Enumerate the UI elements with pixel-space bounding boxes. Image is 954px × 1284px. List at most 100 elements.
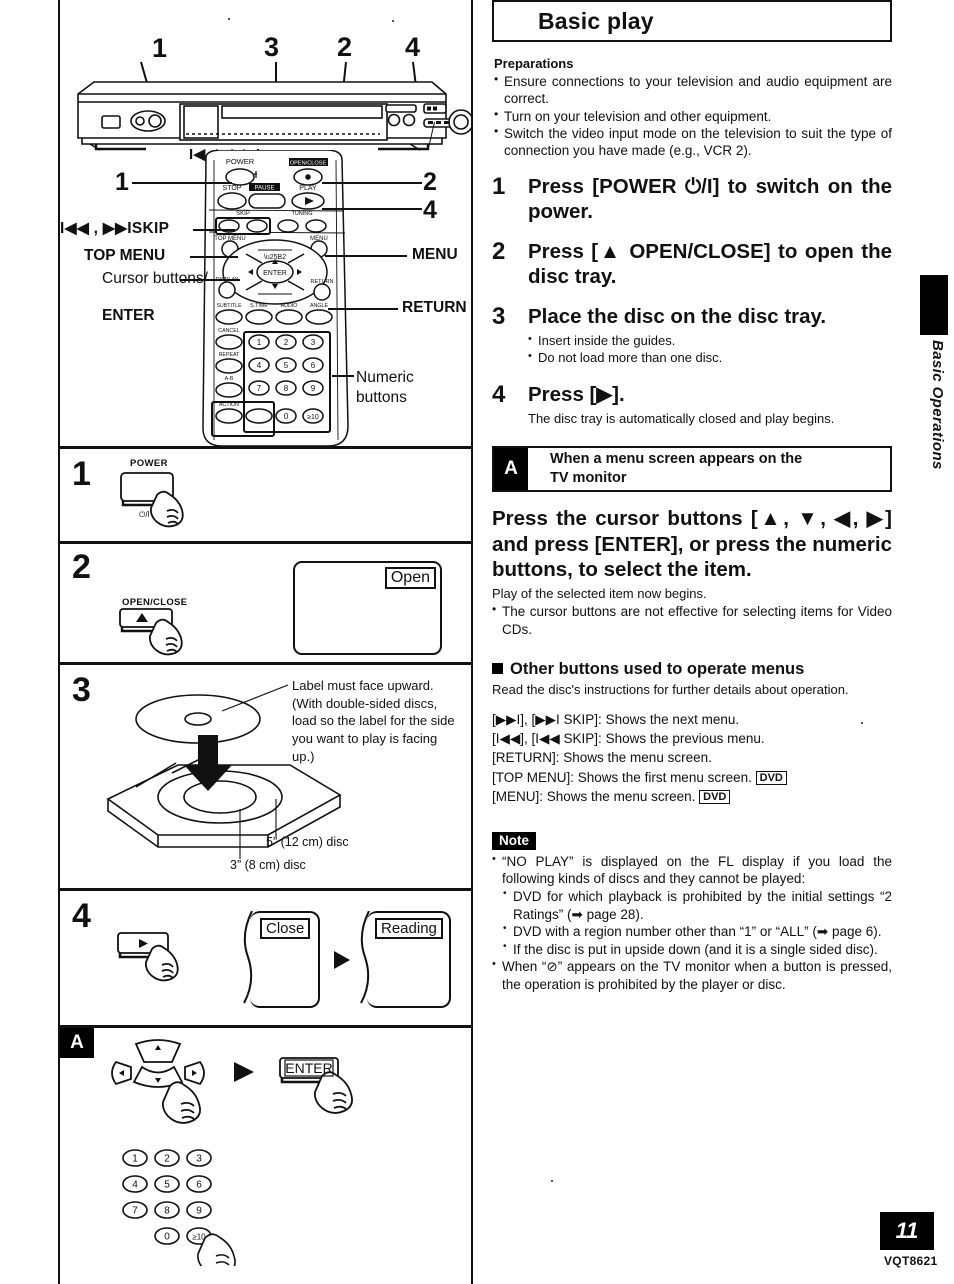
section-a-badge: A [494,447,528,490]
svg-text:REPEAT: REPEAT [219,352,241,358]
scan-speck-2 [392,20,394,22]
note-item-5: When “⊘” appears on the TV monitor when … [492,957,892,993]
other-buttons-heading: Other buttons used to operate menus [492,660,892,679]
button-row-return: [RETURN]: Shows the menu screen. [492,748,892,767]
svg-text:2: 2 [284,338,289,347]
button-row-keys-0: [▶▶I], [▶▶I SKIP]: [492,712,602,728]
note-item-2: DVD for which playback is prohibited by … [492,887,892,923]
button-row-keys-1: [I◀◀], [I◀◀ SKIP]: [492,731,602,747]
step-4: 4 Press [▶]. [492,382,892,408]
button-row-desc-3: Shows the first menu screen. [577,769,752,785]
button-row-keys-4: [MENU]: [492,788,544,804]
remote-lead-numeric [332,375,354,377]
other-buttons-list: [▶▶I], [▶▶I SKIP]: Shows the next menu. … [492,710,892,806]
step-1-illustration: ⏻/I [120,472,184,528]
step-4-number: 4 [72,897,91,935]
svg-text:ENTER: ENTER [285,1060,332,1076]
svg-text:3: 3 [311,338,316,347]
device-callout-3: 3 [264,32,280,62]
step-2-number: 2 [72,548,91,586]
step-box-4: 4 Close Reading [60,888,471,1025]
remote-label-menu: MENU [412,246,458,263]
step-4-illustration [117,932,179,982]
remote-label-enter: ENTER [102,307,155,324]
other-buttons-intro: Read the disc's instructions for further… [492,681,849,697]
svg-text:6: 6 [196,1180,202,1191]
step-4-arrow [332,949,354,976]
step-3-text: Place the disc on the disc tray. [528,305,827,329]
step-3-sub-1: Insert inside the guides. [528,332,892,350]
scan-speck-1 [228,18,230,20]
step-a-badge: A [60,1028,94,1058]
manual-page: 1 3 2 4 I◀◀ POWER OPEN/CLOSE STOP PAUSE … [0,0,954,1284]
svg-text:8: 8 [284,384,289,393]
step-2-text: Press [▲ OPEN/CLOSE] to open the disc tr… [528,240,892,289]
step-1: 1 Press [POWER ⏻/I] to switch on the pow… [492,174,892,224]
remote-callout-4: 4 [423,196,437,224]
svg-text:ACTION: ACTION [219,402,239,408]
svg-text:RETURN: RETURN [311,279,334,285]
button-row-menu: [MENU]: Shows the menu screen. DVD [492,787,892,806]
svg-text:S.TIME: S.TIME [250,303,268,309]
svg-text:4: 4 [132,1180,138,1191]
svg-text:1: 1 [257,338,262,347]
page-title: Basic play [538,7,654,34]
remote-diagram: POWER OPEN/CLOSE OPEN/CLOSE STOP PAUSE P… [60,150,471,447]
button-row-prev-menu: [I◀◀], [I◀◀ SKIP]: Shows the previous me… [492,729,892,748]
svg-text:7: 7 [257,384,262,393]
step-box-2: 2 OPEN/CLOSE Open [60,541,471,662]
remote-label-numeric: Numeric buttons [356,369,414,407]
other-buttons-heading-text: Other buttons used to operate menus [510,659,805,678]
step-3-label-8cm: 3” (8 cm) disc [230,858,306,872]
side-tab-label: Basic Operations [929,340,946,470]
button-row-desc-1: Shows the previous menu. [605,731,765,747]
remote-lead-cursor [180,279,240,281]
svg-text:PLAY: PLAY [299,185,317,192]
step-1-text: Press [POWER ⏻/I] to switch on the power… [528,175,892,224]
step-3: 3 Place the disc on the disc tray. [492,304,892,330]
svg-text:TUNING: TUNING [291,211,312,217]
section-a-title-line2: TV monitor [550,469,627,486]
svg-text:A-B: A-B [225,376,234,382]
dvd-chip-menu: DVD [699,789,731,805]
note-section: Note “NO PLAY” is displayed on the FL di… [492,831,892,993]
preparations-bullet-1: Ensure connections to your television an… [494,72,892,108]
svg-text:7: 7 [132,1206,138,1217]
button-row-keys-2: [RETURN]: [492,750,560,766]
dvd-chip-top-menu: DVD [755,770,787,786]
svg-text:CANCEL: CANCEL [218,328,240,334]
svg-text:MENU: MENU [310,236,328,242]
svg-text:4: 4 [257,361,262,370]
step-a-cursor-illustration: ENTER [111,1039,353,1124]
remote-lead-1 [132,182,232,184]
svg-text:9: 9 [311,384,316,393]
section-a-note-bullet: The cursor buttons are not effective for… [492,602,892,638]
step-4-osd-close: Close [243,911,320,1008]
step-2-osd-screen: Open [293,561,442,655]
remote-label-top-menu: TOP MENU [84,247,166,264]
wavy-edge-left-2 [360,911,370,1004]
svg-text:PAUSE: PAUSE [255,186,275,192]
step-3-num: 3 [492,303,506,331]
note-item-1: “NO PLAY” is displayed on the FL display… [492,852,892,888]
device-diagram: 1 3 2 4 I◀◀ [60,0,471,175]
note-item-4: If the disc is put in upside down (and i… [492,940,892,959]
svg-text:≥10: ≥10 [307,414,319,421]
svg-text:POWER: POWER [226,157,255,166]
step-4-text: Press [▶]. [528,383,625,407]
remote-lead-2 [322,182,422,184]
section-a-box: A When a menu screen appears on the TV m… [492,445,892,492]
step-2: 2 Press [▲ OPEN/CLOSE] to open the disc … [492,239,892,289]
svg-text:TOP MENU: TOP MENU [214,236,245,242]
svg-text:SUBTITLE: SUBTITLE [216,303,242,309]
button-row-desc-0: Shows the next menu. [605,712,740,728]
document-code: VQT8621 [884,1254,938,1268]
svg-text:3: 3 [196,1154,202,1165]
text-column: Basic play Preparations Ensure connectio… [492,0,892,993]
remote-lead-skip [193,229,235,231]
button-row-desc-4: Shows the menu screen. [546,788,696,804]
step-a-numeric-illustration: 1 2 3 4 5 6 7 8 9 0 ≥10 [122,1149,236,1266]
button-row-top-menu: [TOP MENU]: Shows the first menu screen.… [492,768,892,787]
preparations-heading: Preparations [494,56,574,71]
step-box-3: 3 Label must face upward. (With double-s… [60,662,471,888]
